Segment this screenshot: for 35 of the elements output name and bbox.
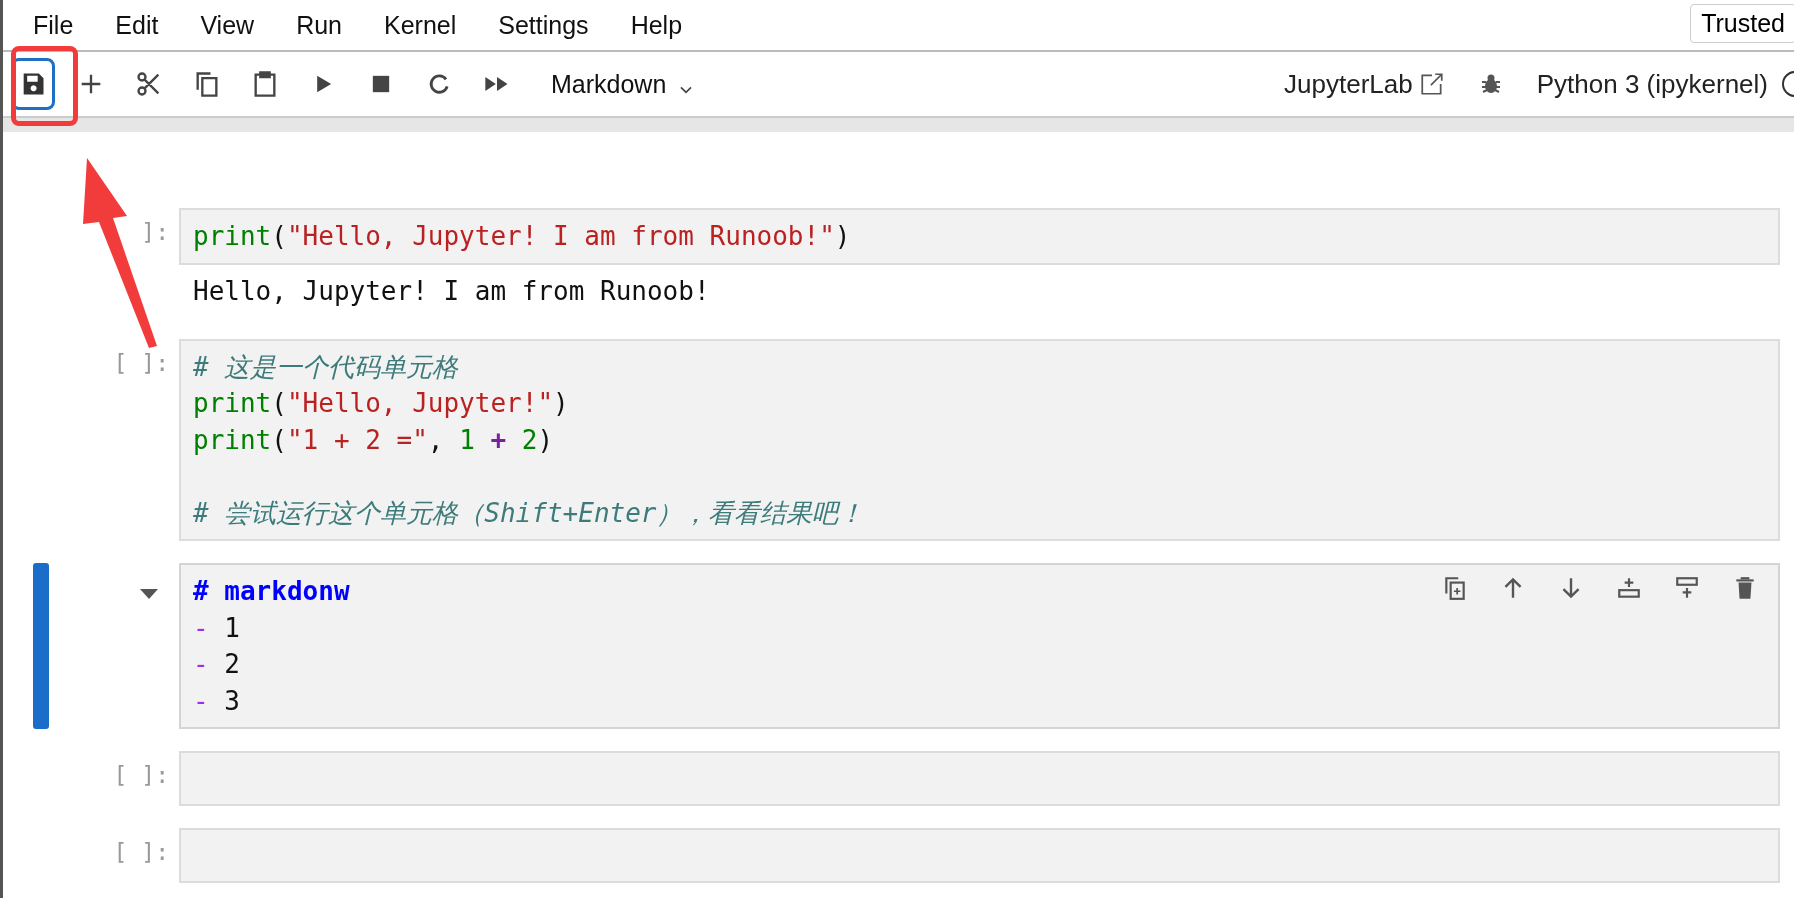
menu-item[interactable]: File: [33, 10, 74, 40]
menu-item[interactable]: Edit: [115, 10, 159, 40]
external-link-icon[interactable]: [1418, 71, 1445, 97]
insert-below-icon[interactable]: [1674, 575, 1700, 601]
cell-editor[interactable]: [179, 751, 1780, 806]
collapse-caret-icon[interactable]: [139, 588, 159, 600]
code-line: print("1 + 2 =", 1 + 2): [193, 424, 554, 455]
cell-editor[interactable]: [179, 828, 1780, 883]
cell-prompt: [ ]:: [113, 762, 169, 790]
code-line: print("Hello, Jupyter! I am from Runoob!"): [193, 221, 851, 251]
menu-item[interactable]: Settings: [498, 10, 589, 40]
code-line: - 3: [193, 685, 240, 716]
cell-type-dropdown[interactable]: Markdown: [547, 65, 701, 103]
menu-item[interactable]: Kernel: [384, 10, 457, 40]
code-line: # 尝试运行这个单元格（Shift+Enter），看看结果吧！: [193, 497, 865, 528]
code-line: # 这是一个代码单元格: [193, 351, 459, 382]
code-line: # markdonw: [193, 576, 350, 606]
cell-editor[interactable]: print("Hello, Jupyter! I am from Runoob!"): [179, 208, 1780, 265]
cell-editor[interactable]: # 这是一个代码单元格 print("Hello, Jupyter!") print("1 + 2 =", 1 + 2) # 尝试运行这个单元格（Shift+Enter），看看结果吧！: [179, 338, 1780, 541]
jupyterlab-link[interactable]: JupyterLab: [1284, 68, 1413, 100]
code-line: - 2: [193, 649, 240, 679]
code-line: - 1: [193, 612, 240, 643]
code-line: print("Hello, Jupyter!"): [193, 388, 569, 418]
cell-editor[interactable]: # markdonw - 1 - 2 - 3: [179, 563, 1780, 729]
cell-output: Hello, Jupyter! I am from Runoob!: [192, 274, 711, 308]
cell-prompt: ]:: [141, 219, 169, 247]
menu-item[interactable]: Run: [296, 10, 342, 40]
menu-item[interactable]: Help: [630, 10, 683, 40]
kernel-name[interactable]: Python 3 (ipykernel): [1536, 68, 1768, 100]
trusted-button[interactable]: Trusted: [1690, 4, 1794, 43]
menu-item[interactable]: View: [200, 10, 255, 40]
duplicate-icon[interactable]: [1442, 575, 1468, 601]
insert-above-icon[interactable]: [1616, 575, 1642, 601]
cell-prompt: [ ]:: [113, 349, 169, 378]
cell-prompt: [ ]:: [113, 839, 169, 867]
